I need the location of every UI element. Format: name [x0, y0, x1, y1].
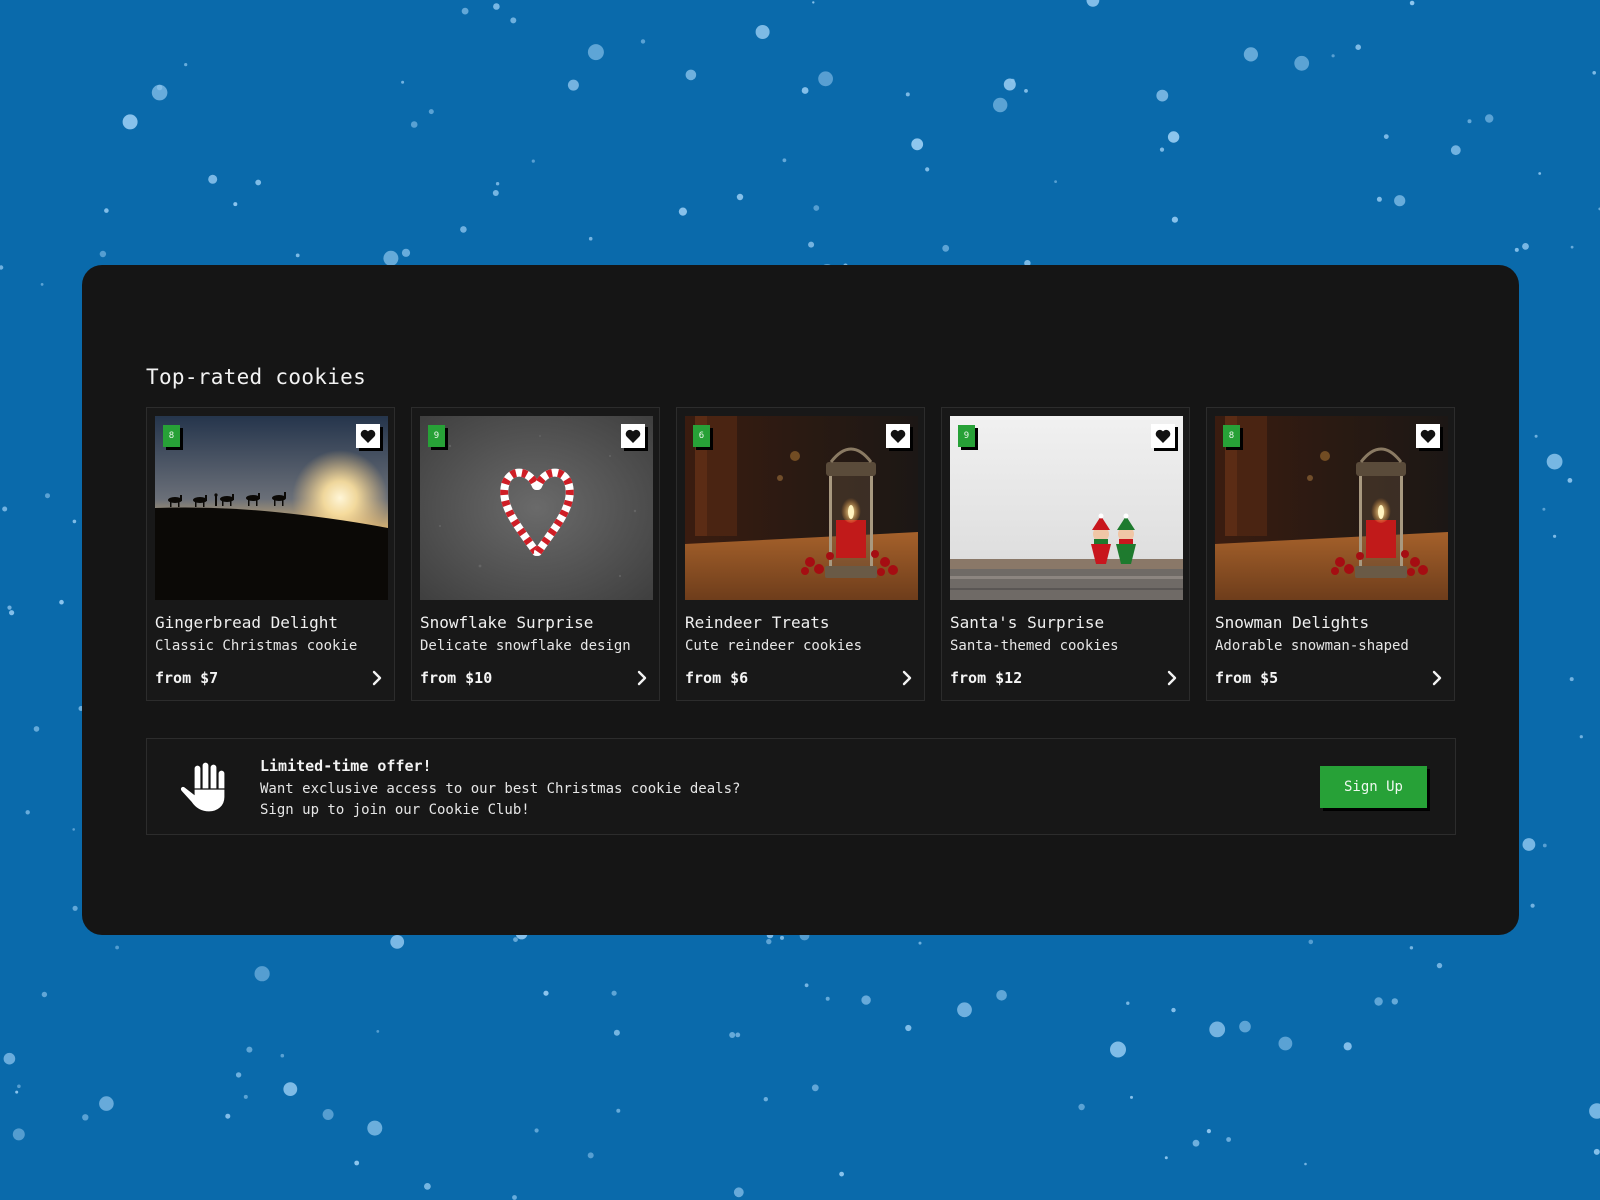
rating-badge: 9: [428, 425, 445, 447]
cookie-card[interactable]: 6 Reindeer Treats Cute reindeer cookies …: [676, 407, 925, 701]
section-title: Top-rated cookies: [146, 365, 366, 389]
heart-icon[interactable]: [886, 424, 910, 448]
card-image: 9: [420, 416, 653, 600]
chevron-right-icon[interactable]: [1430, 670, 1444, 686]
content-panel: Top-rated cookies: [82, 265, 1519, 935]
cookie-card[interactable]: 8 Gingerbread Delight Classic Christmas …: [146, 407, 395, 701]
chevron-right-icon[interactable]: [370, 670, 384, 686]
heart-icon[interactable]: [1151, 424, 1175, 448]
offer-text: Sign up to join our Cookie Club!: [260, 802, 530, 818]
cookie-card[interactable]: 8 Snowman Delights Adorable snowman-shap…: [1206, 407, 1455, 701]
rating-badge: 9: [958, 425, 975, 447]
card-description: Delicate snowflake design: [420, 638, 631, 654]
card-price: from $10: [420, 669, 492, 687]
card-price: from $6: [685, 669, 748, 687]
card-price: from $7: [155, 669, 218, 687]
chevron-right-icon[interactable]: [900, 670, 914, 686]
card-title: Santa's Surprise: [950, 613, 1104, 632]
card-image: 8: [155, 416, 388, 600]
rating-badge: 6: [693, 425, 710, 447]
offer-banner: Limited-time offer! Want exclusive acces…: [146, 738, 1456, 835]
heart-icon[interactable]: [1416, 424, 1440, 448]
chevron-right-icon[interactable]: [635, 670, 649, 686]
rating-badge: 8: [1223, 425, 1240, 447]
offer-title: Limited-time offer!: [260, 757, 432, 775]
cookie-card[interactable]: 9 Snowflake Surprise Delicate snowflake …: [411, 407, 660, 701]
raised-hand-icon: [177, 759, 233, 815]
sign-up-button[interactable]: Sign Up: [1320, 766, 1427, 808]
card-image: 9: [950, 416, 1183, 600]
cookie-card-list: 8 Gingerbread Delight Classic Christmas …: [146, 407, 1455, 701]
offer-text: Want exclusive access to our best Christ…: [260, 781, 740, 797]
card-description: Classic Christmas cookie: [155, 638, 357, 654]
cookie-card[interactable]: 9 Santa's Surprise Santa-themed cookies …: [941, 407, 1190, 701]
card-title: Snowman Delights: [1215, 613, 1369, 632]
chevron-right-icon[interactable]: [1165, 670, 1179, 686]
card-title: Snowflake Surprise: [420, 613, 593, 632]
card-image: 6: [685, 416, 918, 600]
rating-badge: 8: [163, 425, 180, 447]
card-price: from $12: [950, 669, 1022, 687]
card-description: Santa-themed cookies: [950, 638, 1119, 654]
card-title: Reindeer Treats: [685, 613, 830, 632]
heart-icon[interactable]: [356, 424, 380, 448]
card-description: Cute reindeer cookies: [685, 638, 862, 654]
card-price: from $5: [1215, 669, 1278, 687]
card-description: Adorable snowman-shaped: [1215, 638, 1409, 654]
heart-icon[interactable]: [621, 424, 645, 448]
card-title: Gingerbread Delight: [155, 613, 338, 632]
card-image: 8: [1215, 416, 1448, 600]
